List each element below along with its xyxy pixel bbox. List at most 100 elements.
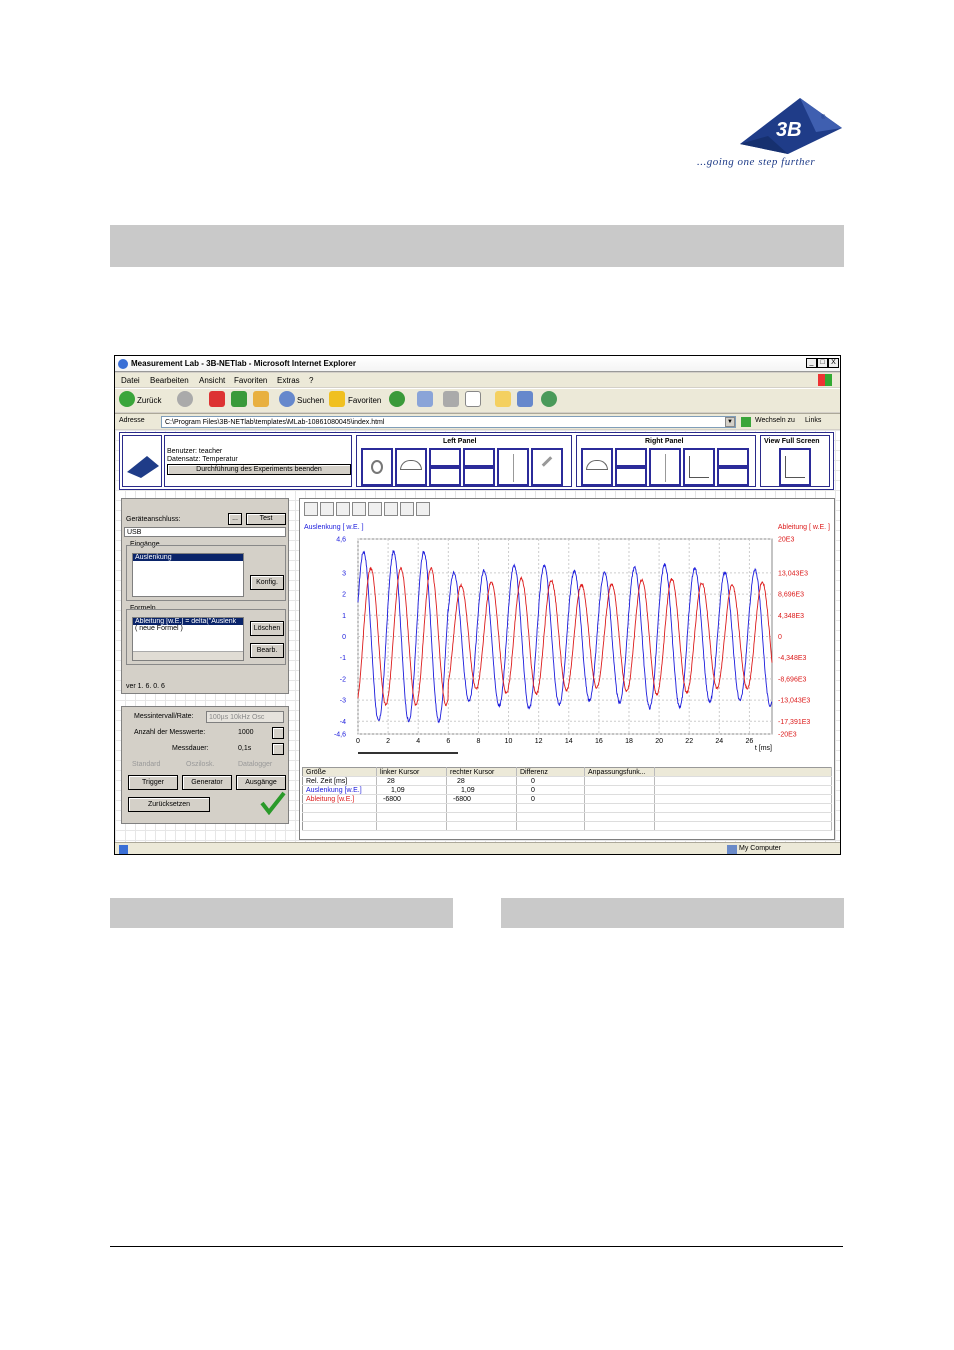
dual-meter-button-a[interactable] [429,448,461,467]
right-xy-table-button[interactable] [649,448,681,486]
formula-item-new[interactable]: ( neue Formel ) [133,625,243,632]
favorites-star-icon[interactable] [329,391,345,407]
test-button[interactable]: Test [246,513,286,525]
x-axis-label: t [ms] [755,745,772,752]
trigger-button[interactable]: Trigger [128,775,178,790]
search-icon[interactable] [279,391,295,407]
search-button[interactable]: Suchen [297,396,324,405]
right-dual-meter-button-b[interactable] [615,467,647,486]
dual-meter-button-b[interactable] [429,467,461,486]
analog-meter-button[interactable] [395,448,427,486]
links-button[interactable]: Links [805,417,821,424]
version-label: ver 1. 6. 0. 6 [126,683,165,690]
go-button[interactable]: Wechseln zu [755,417,795,424]
menu-bearbeiten[interactable]: Bearbeiten [150,376,189,385]
x-tick-label: 12 [535,738,543,745]
logo-tagline: ...going one step further [697,156,816,168]
maximize-button[interactable]: □ [817,358,828,368]
interval-select[interactable]: 100µs 10kHz Osc [206,711,284,723]
address-dropdown-icon[interactable]: ▼ [725,417,735,427]
chart-tool-print-icon[interactable] [352,502,366,516]
table-cell [302,821,377,831]
table-cell [302,803,377,813]
discuss-icon[interactable] [495,391,511,407]
messenger-icon[interactable] [541,391,557,407]
edit-icon[interactable] [465,391,481,407]
history-icon[interactable] [389,391,405,407]
y-right-tick-label: -13,043E3 [778,698,810,705]
generator-button[interactable]: Generator [182,775,232,790]
forward-arrow-icon[interactable] [177,391,193,407]
back-arrow-icon[interactable] [119,391,135,407]
dual-meter-button-d[interactable] [463,467,495,486]
close-button[interactable]: X [828,358,839,368]
right-mini-graph-button[interactable] [717,448,749,467]
edit-formula-button[interactable]: Bearb. [250,643,284,658]
device-value[interactable]: USB [124,527,286,537]
y-right-tick-label: -20E3 [778,732,797,739]
right-analog-meter-button[interactable] [581,448,613,486]
stop-icon[interactable] [209,391,225,407]
gauge-icon [586,460,608,470]
right-mini-table-button[interactable] [717,467,749,486]
menu-help[interactable]: ? [309,376,313,385]
menu-extras[interactable]: Extras [277,376,300,385]
reset-button[interactable]: Zurücksetzen [128,797,210,812]
konfig-button[interactable]: Konfig. [250,575,284,590]
wrench-icon [371,460,383,474]
chart-panel: Auslenkung [ w.E. ] Ableitung [ w.E. ] t [… [299,498,835,840]
refresh-icon[interactable] [231,391,247,407]
dual-meter-button-c[interactable] [463,448,495,467]
back-button[interactable]: Zurück [137,396,161,405]
y-right-tick-label: -17,391E3 [778,719,810,726]
chart-tool-series-icon[interactable] [320,502,334,516]
xy-table-button[interactable] [497,448,529,486]
outputs-button[interactable]: Ausgänge [236,775,286,790]
mode-oscilloscope-radio[interactable]: Oszilosk. [186,761,214,768]
right-graph-button[interactable] [683,448,715,486]
x-tick-label: 6 [446,738,450,745]
formulas-list[interactable]: Ableitung [w.E.] = delta("Auslenk ( neue… [132,617,244,661]
formula-item-derivative[interactable]: Ableitung [w.E.] = delta("Auslenk [133,618,243,625]
table-icon [664,454,666,482]
checkmark-icon[interactable] [260,791,286,815]
mail-icon[interactable] [417,391,433,407]
delete-formula-button[interactable]: Löschen [250,621,284,636]
inputs-list[interactable]: Auslenkung [132,553,244,597]
print-icon[interactable] [443,391,459,407]
right-dual-meter-button-a[interactable] [615,448,647,467]
favorites-button[interactable]: Favoriten [348,396,381,405]
minimize-button[interactable]: _ [806,358,817,368]
formula-scrollbar[interactable] [133,651,243,660]
count-edit-button[interactable] [272,727,284,739]
chart-tool-select-icon[interactable] [304,502,318,516]
y-right-tick-label: 20E3 [778,537,794,544]
address-input[interactable]: C:\Program Files\3B-NETlab\templates\MLa… [161,416,736,428]
right-panel-group: Right Panel [576,435,756,487]
notes-panel-button[interactable] [531,448,563,486]
menu-ansicht[interactable]: Ansicht [199,376,225,385]
chart-tool-line-icon[interactable] [368,502,382,516]
go-arrow-icon[interactable] [741,417,751,427]
full-screen-button[interactable] [779,448,811,486]
mode-datalogger-radio[interactable]: Datalogger [238,761,272,768]
home-icon[interactable] [253,391,269,407]
device-browse-button[interactable]: ... [228,513,242,525]
chart-tool-comment-icon[interactable] [416,502,430,516]
oscilloscope-chart[interactable]: Auslenkung [ w.E. ] Ableitung [ w.E. ] t [… [300,519,834,765]
research-icon[interactable] [517,391,533,407]
chart-tool-copy-icon[interactable] [336,502,350,516]
tools-panel-button[interactable] [361,448,393,486]
chart-tool-tangent-icon[interactable] [384,502,398,516]
x-tick-label: 4 [416,738,420,745]
menu-favoriten[interactable]: Favoriten [234,376,267,385]
chart-scrollbar [358,752,458,754]
end-experiment-button[interactable]: Durchführung des Experiments beenden [167,464,351,475]
menu-datei[interactable]: Datei [121,376,140,385]
duration-edit-button[interactable] [272,743,284,755]
y-left-tick-label: -3 [340,698,346,705]
chart-tool-fit-icon[interactable] [400,502,414,516]
mode-standard-radio[interactable]: Standard [132,761,160,768]
input-item-auslenkung[interactable]: Auslenkung [133,554,243,561]
app-logo-cell [122,435,162,487]
